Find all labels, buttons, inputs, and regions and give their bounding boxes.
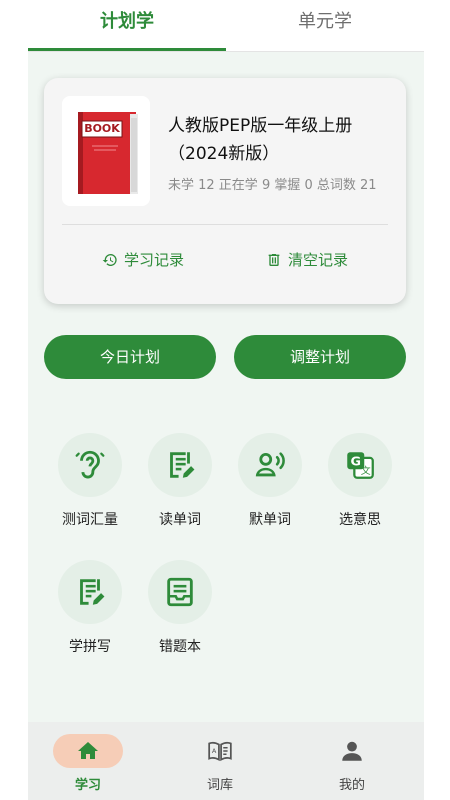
nav-profile-label: 我的 [338, 778, 365, 793]
feature-label: 测词汇量 [62, 512, 118, 528]
history-icon [102, 254, 117, 266]
feature-choose-meaning[interactable]: G 文 选意思 [315, 433, 405, 543]
feature-icon-bg [148, 433, 212, 497]
clear-history-button[interactable]: 清空记录 [266, 246, 348, 274]
tab-unit-study[interactable]: 单元学 [226, 0, 424, 50]
today-plan-button[interactable]: 今日计划 [44, 335, 216, 379]
feature-label: 读单词 [159, 512, 201, 528]
feature-dictation[interactable]: 默单词 [225, 433, 315, 543]
bottom-navigation: 学习 A 词库 我的 [28, 722, 424, 800]
dictionary-icon: A [208, 741, 232, 762]
study-history-label: 学习记录 [124, 251, 185, 269]
svg-text:A: A [212, 747, 217, 755]
feature-label: 选意思 [339, 512, 381, 528]
book-cover-icon [78, 112, 138, 194]
trash-icon [268, 254, 280, 266]
translate-icon: G 文 [347, 452, 374, 479]
read-document-icon [170, 452, 195, 478]
feature-spelling[interactable]: 学拼写 [45, 560, 135, 670]
feature-icon-bg [148, 560, 212, 624]
feature-label: 默单词 [249, 512, 291, 528]
nav-wordbank-label: 词库 [206, 778, 233, 793]
nav-wordbank[interactable]: A 词库 [160, 732, 292, 800]
svg-text:G: G [351, 455, 361, 470]
speak-person-icon [255, 452, 285, 477]
nav-icon-wrap: A [206, 737, 234, 765]
feature-label: 错题本 [159, 639, 201, 655]
home-icon [78, 742, 98, 759]
book-cover-label: BOOK [84, 122, 120, 135]
textbook-card[interactable]: BOOK 人教版PEP版一年级上册（2024新版） 未学 12 正在学 9 掌握… [44, 78, 406, 304]
feature-icon-bg [238, 433, 302, 497]
nav-study-label: 学习 [74, 778, 101, 793]
nav-active-pill [53, 734, 123, 768]
nav-profile[interactable]: 我的 [292, 732, 424, 800]
active-tab-indicator [28, 48, 226, 51]
book-cover: BOOK [62, 96, 150, 206]
feature-icon-bg: G 文 [328, 433, 392, 497]
person-icon [342, 741, 362, 761]
feature-label: 学拼写 [69, 639, 111, 655]
adjust-plan-button[interactable]: 调整计划 [234, 335, 406, 379]
nav-study[interactable]: 学习 [28, 732, 160, 800]
spelling-edit-icon [80, 579, 105, 605]
study-history-button[interactable]: 学习记录 [102, 246, 184, 274]
tabs-divider [28, 51, 424, 52]
feature-mistake-book[interactable]: 错题本 [135, 560, 225, 670]
nav-icon-wrap [338, 737, 366, 765]
svg-text:文: 文 [361, 464, 371, 477]
app-frame: 计划学 单元学 BOOK 人教版PEP版一年级上册（2024新版） 未学 12 … [28, 0, 424, 800]
book-stats: 未学 12 正在学 9 掌握 0 总词数 21 [168, 178, 377, 193]
ear-icon [75, 450, 105, 479]
feature-icon-bg [58, 433, 122, 497]
book-title: 人教版PEP版一年级上册（2024新版） [168, 116, 353, 164]
feature-read-words[interactable]: 读单词 [135, 433, 225, 543]
top-tabs: 计划学 单元学 [28, 0, 424, 52]
clear-history-label: 清空记录 [288, 251, 349, 269]
feature-vocab-test[interactable]: 测词汇量 [45, 433, 135, 543]
card-divider [62, 224, 388, 225]
tab-plan-study[interactable]: 计划学 [28, 0, 226, 50]
feature-icon-bg [58, 560, 122, 624]
notebook-icon [167, 577, 193, 607]
